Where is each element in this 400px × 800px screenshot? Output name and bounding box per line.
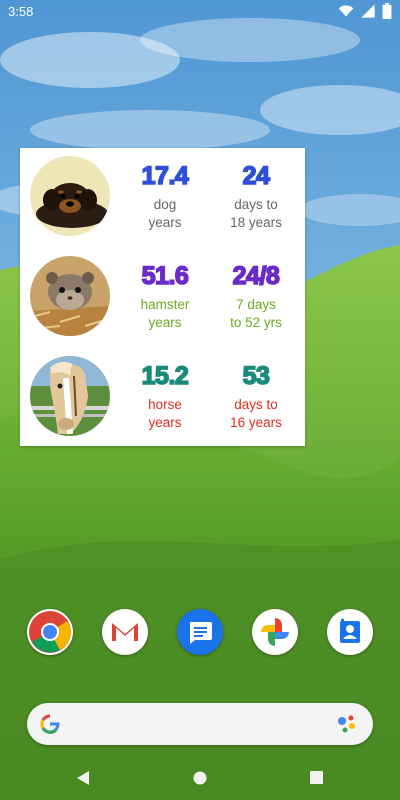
dog-countdown-value: 24	[242, 161, 271, 191]
hamster-countdown-value: 24/8	[232, 261, 281, 291]
assistant-icon[interactable]	[337, 714, 359, 734]
pet-row-horse[interactable]: 15.2 horse years 53 days to 16 years	[20, 348, 305, 444]
horse-countdown-stat: 53 days to 16 years	[211, 361, 301, 432]
dog-photo	[30, 156, 110, 236]
dog-age-stat: 17.4 dog years	[120, 161, 210, 232]
horse-countdown-label-line2: 16 years	[230, 415, 282, 430]
hamster-countdown-label-line2: to 52 yrs	[230, 315, 282, 330]
contacts-app[interactable]	[327, 609, 373, 655]
chrome-app[interactable]	[27, 609, 73, 655]
hamster-countdown-label-line1: 7 days	[236, 297, 276, 312]
horse-photo	[30, 356, 110, 436]
hamster-age-label-line1: hamster	[140, 297, 190, 312]
chrome-icon	[29, 611, 71, 653]
dog-countdown-label-line1: days to	[234, 197, 278, 212]
messages-icon	[190, 622, 212, 644]
horse-age-value: 15.2	[141, 361, 190, 391]
signal-icon	[361, 4, 375, 18]
hamster-photo	[30, 256, 110, 336]
contacts-icon	[340, 619, 360, 643]
google-g-icon	[40, 714, 60, 734]
photos-icon	[261, 618, 289, 646]
status-bar: 3:58	[0, 0, 400, 24]
pet-row-dog[interactable]: 17.4 dog years 24 days to 18 years	[20, 148, 305, 244]
status-time: 3:58	[8, 4, 34, 19]
horse-age-label-line2: years	[148, 415, 182, 430]
dog-countdown-label-line2: 18 years	[230, 215, 282, 230]
horse-countdown-label: days to 16 years	[211, 396, 301, 432]
dog-countdown-label: days to 18 years	[211, 196, 301, 232]
hamster-age-stat: 51.6 hamster years	[120, 261, 210, 332]
hamster-age-label: hamster years	[120, 296, 210, 332]
status-icons	[338, 3, 392, 19]
horse-age-label: horse years	[120, 396, 210, 432]
hamster-age-label-line2: years	[148, 315, 182, 330]
dog-age-value: 17.4	[141, 161, 190, 191]
recents-icon[interactable]	[310, 771, 323, 784]
pet-age-widget[interactable]: 17.4 dog years 24 days to 18 years 51.6 …	[20, 148, 305, 446]
dog-age-label-line2: years	[148, 215, 182, 230]
horse-countdown-value: 53	[242, 361, 271, 391]
dog-countdown-stat: 24 days to 18 years	[211, 161, 301, 232]
google-search-bar[interactable]	[27, 703, 373, 745]
photos-app[interactable]	[252, 609, 298, 655]
home-icon[interactable]	[193, 771, 207, 785]
dog-age-label-line1: dog	[153, 197, 177, 212]
messages-app[interactable]	[177, 609, 223, 655]
hamster-countdown-stat: 24/8 7 days to 52 yrs	[211, 261, 301, 332]
gmail-app[interactable]	[102, 609, 148, 655]
app-dock	[0, 605, 400, 661]
horse-countdown-label-line1: days to	[234, 397, 278, 412]
horse-age-stat: 15.2 horse years	[120, 361, 210, 432]
wifi-icon	[338, 5, 354, 17]
battery-icon	[382, 3, 392, 19]
back-icon[interactable]	[76, 770, 90, 786]
hamster-countdown-label: 7 days to 52 yrs	[211, 296, 301, 332]
navigation-bar	[0, 756, 400, 800]
dog-age-label: dog years	[120, 196, 210, 232]
pet-row-hamster[interactable]: 51.6 hamster years 24/8 7 days to 52 yrs	[20, 248, 305, 344]
gmail-icon	[112, 623, 138, 641]
horse-age-label-line1: horse	[148, 397, 182, 412]
hamster-age-value: 51.6	[141, 261, 190, 291]
